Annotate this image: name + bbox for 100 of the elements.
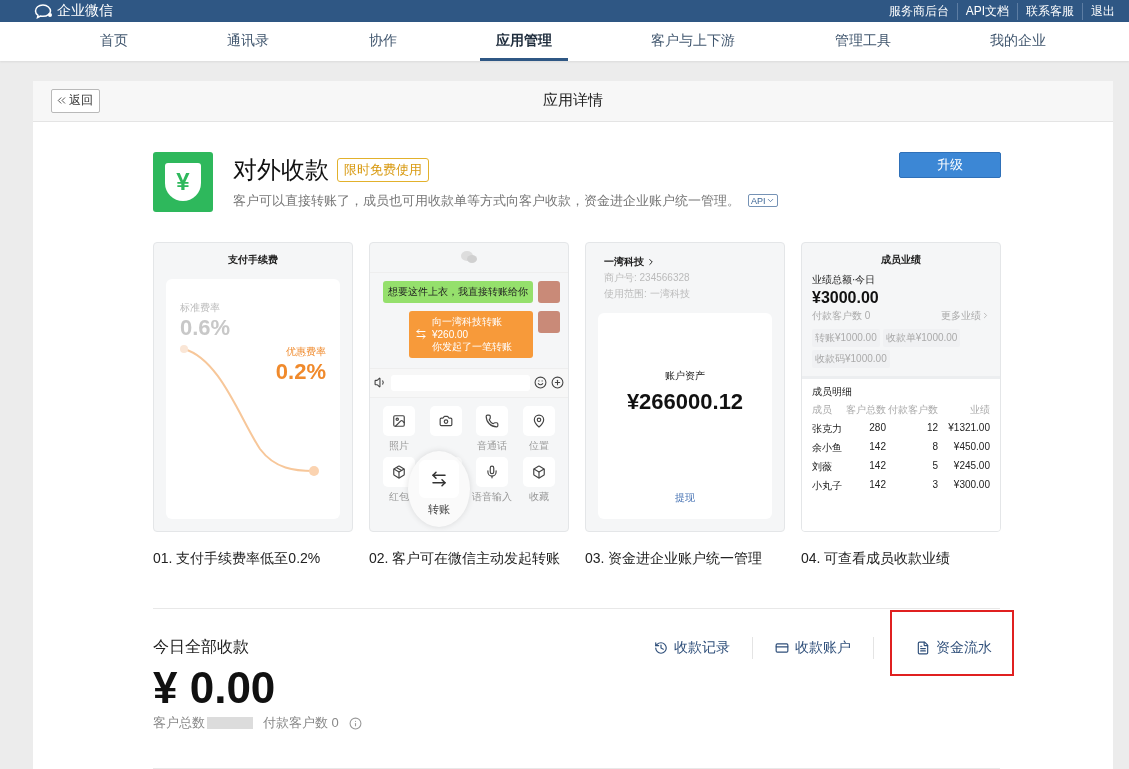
paying-customers: 付款客户数 0 xyxy=(263,714,339,732)
nav-tab[interactable]: 协作 xyxy=(352,22,413,61)
asset-label: 账户资产 xyxy=(665,368,705,383)
info-icon[interactable] xyxy=(348,716,362,730)
tool-label: 红包 xyxy=(389,489,410,502)
total-amount: ¥3000.00 xyxy=(812,288,880,307)
column-header: 成员 xyxy=(812,402,833,417)
tool-icon xyxy=(438,413,453,428)
transfer-label: 转账 xyxy=(428,502,450,518)
customer-total-label: 客户总数 xyxy=(153,714,205,732)
tool-icon xyxy=(485,413,500,428)
transfer-note: 你发起了一笔转账 xyxy=(432,339,512,354)
table-cell-text: 8 xyxy=(931,440,938,454)
top-link[interactable]: 退出 xyxy=(1082,2,1115,20)
tool-label: 位置 xyxy=(528,438,549,451)
screenshot-title: 成员业绩 xyxy=(880,252,922,267)
table-cell-text: 3 xyxy=(931,478,938,492)
promo-rate-value: 0.2% xyxy=(275,358,326,385)
table-cell-text: 小丸子 xyxy=(812,478,843,493)
tool-icon xyxy=(392,413,407,428)
nav-tab[interactable]: 首页 xyxy=(84,22,144,61)
nav-tab[interactable]: 管理工具 xyxy=(818,22,907,61)
back-button[interactable]: 返回 xyxy=(51,88,100,113)
table-cell-text: 280 xyxy=(868,421,886,435)
table-cell-text: 142 xyxy=(868,440,886,454)
tool-icon xyxy=(485,464,500,479)
free-badge: 限时免费使用 xyxy=(337,157,429,182)
avatar xyxy=(538,280,560,303)
logo[interactable]: 企业微信 xyxy=(34,2,113,21)
api-dropdown[interactable]: API xyxy=(748,194,778,208)
asset-amount: ¥266000.12 xyxy=(626,388,744,415)
tool-label: 收藏 xyxy=(528,489,549,502)
column-header: 付款客户数 xyxy=(887,402,938,417)
card-icon xyxy=(775,640,789,655)
table-cell-text: 张克力 xyxy=(812,421,843,436)
feature-caption: 01. 支付手续费率低至0.2% xyxy=(153,549,322,568)
top-link[interactable]: 联系客服 xyxy=(1017,2,1082,20)
nav-tab[interactable]: 我的企业 xyxy=(973,22,1062,61)
document-icon xyxy=(916,640,930,655)
table-cell-text: ¥245.00 xyxy=(952,459,990,473)
column-header: 业绩 xyxy=(969,402,990,417)
action-link[interactable]: 资金流水 xyxy=(916,638,992,657)
tool-icon xyxy=(392,464,407,479)
feature-caption: 04. 可查看成员收款业绩 xyxy=(801,549,952,568)
detail-title: 成员明细 xyxy=(812,384,853,399)
app-name: 对外收款 xyxy=(233,154,329,185)
amount-chip: 转账¥1000.00 xyxy=(812,328,880,347)
action-link[interactable]: 收款记录 xyxy=(654,638,730,657)
page-title: 应用详情 xyxy=(543,91,603,111)
table-cell-text: 余小鱼 xyxy=(812,440,843,455)
chevron-right-icon xyxy=(981,311,990,321)
transfer-icon xyxy=(430,470,448,489)
table-cell-text: ¥450.00 xyxy=(952,440,990,454)
screenshot-title: 支付手续费 xyxy=(227,252,279,267)
table-cell-text: 142 xyxy=(868,478,886,492)
amount-chip: 收款码¥1000.00 xyxy=(812,349,890,368)
top-link[interactable]: 服务商后台 xyxy=(880,2,957,20)
top-link[interactable]: API文档 xyxy=(956,2,1017,20)
plus-icon xyxy=(551,376,564,390)
app-icon: ¥ xyxy=(153,151,213,212)
chevron-right-icon xyxy=(646,256,656,267)
today-amount: ¥ 0.00 xyxy=(153,663,277,712)
app-description: 客户可以直接转账了，成员也可用收款单等方式向客户收款，资金进企业账户统一管理。 xyxy=(233,191,740,210)
table-cell-text: 142 xyxy=(868,459,886,473)
logo-icon xyxy=(34,3,54,20)
tool-label: 语音输入 xyxy=(472,489,513,502)
action-link[interactable]: 收款账户 xyxy=(775,638,851,657)
nav-tab[interactable]: 应用管理 xyxy=(480,22,568,61)
avatar xyxy=(538,310,560,333)
promo-rate-label: 优惠费率 xyxy=(286,344,326,359)
paying-count: 付款客户数 0 xyxy=(812,308,871,323)
tool-label: 音通话 xyxy=(477,438,508,451)
feature-caption: 03. 资金进企业账户统一管理 xyxy=(585,549,764,568)
redacted-value xyxy=(207,717,253,729)
chat-message: 想要这件上衣，我直接转账给你 xyxy=(383,280,533,303)
voice-icon xyxy=(374,376,387,390)
amount-chip: 收款单¥1000.00 xyxy=(882,328,961,347)
transfer-amount: ¥260.00 xyxy=(432,328,470,340)
history-icon xyxy=(654,640,668,655)
table-cell-text: 刘薇 xyxy=(812,459,833,474)
withdraw-link[interactable]: 提现 xyxy=(675,490,695,505)
feature-caption: 02. 客户可在微信主动发起转账 xyxy=(369,549,562,568)
emoji-icon xyxy=(534,376,547,390)
table-cell-text: 5 xyxy=(931,459,938,473)
nav-tab[interactable]: 通讯录 xyxy=(211,22,286,61)
table-cell-text: ¥300.00 xyxy=(952,478,990,492)
standard-rate-label: 标准费率 xyxy=(180,300,221,315)
chat-logo-icon xyxy=(460,250,478,265)
table-cell-text: 12 xyxy=(925,421,938,435)
table-cell-text: ¥1321.00 xyxy=(947,421,990,435)
tool-label: 照片 xyxy=(389,438,410,451)
column-header: 客户总数 xyxy=(846,402,886,417)
tool-icon xyxy=(531,464,546,479)
tool-icon xyxy=(531,413,546,428)
company-name: 一湾科技 xyxy=(604,254,644,269)
nav-tab[interactable]: 客户与上下游 xyxy=(635,22,752,61)
section-title: 今日全部收款 xyxy=(153,636,250,657)
total-label: 业绩总额·今日 xyxy=(812,272,877,287)
transfer-title: 向一湾科技转账 xyxy=(432,314,503,329)
upgrade-button[interactable]: 升级 xyxy=(899,151,1001,178)
